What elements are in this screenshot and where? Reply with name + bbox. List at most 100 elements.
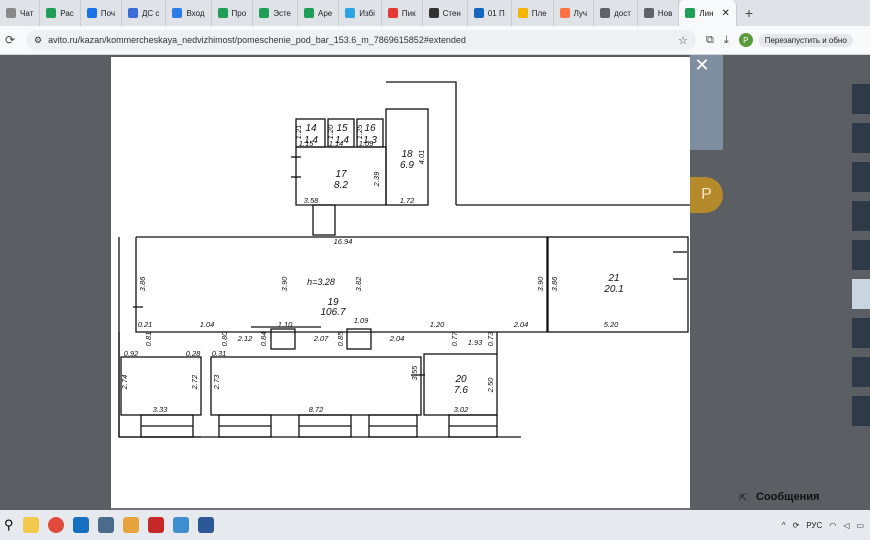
dimension-label: 3.58 <box>304 196 319 205</box>
dimension-label: 0.92 <box>124 349 139 358</box>
snipping-tool-icon[interactable] <box>172 517 189 533</box>
dimension-label: 1.14 <box>329 139 344 148</box>
dimension-label: 1.93 <box>468 338 483 347</box>
search-icon[interactable]: ⚲ <box>4 517 14 533</box>
calculator-icon[interactable] <box>97 517 114 533</box>
dimension-label: 2.07 <box>313 334 329 343</box>
thumbnail[interactable] <box>852 201 870 231</box>
site-info-icon[interactable]: ⚙ <box>34 35 42 46</box>
tab-bar: Чат Рас Поч ДС с Вход Про Эсте Аре Избі Пик Стен 01… <box>0 0 870 26</box>
dimension-label: 3.86 <box>550 276 559 291</box>
dimension-label: 0.73 <box>486 331 495 346</box>
download-icon[interactable]: ⤓ <box>724 34 729 47</box>
volume-icon[interactable]: ◁ <box>843 521 849 530</box>
dimension-label: 0.84 <box>259 332 268 347</box>
thumbnail[interactable] <box>852 84 870 114</box>
room-number: 20 <box>454 374 467 385</box>
browser-tab[interactable]: Про <box>212 0 254 26</box>
profile-avatar[interactable]: P <box>738 33 753 47</box>
room-number: 16 <box>364 123 376 134</box>
sync-icon[interactable]: ⟳ <box>793 521 800 530</box>
room-number: 18 <box>401 149 413 160</box>
dimension-label: 1.20 <box>326 124 335 139</box>
tab-label: Пик <box>401 8 416 18</box>
dimension-label: 0.31 <box>212 349 227 358</box>
browser-tab[interactable]: Луч <box>554 0 595 26</box>
browser-tab[interactable]: Стен <box>423 0 468 26</box>
browser-tab[interactable]: дост <box>594 0 638 26</box>
address-bar: ⟳ ⚙ avito.ru/kazan/kommercheskaya_nedviz… <box>0 26 870 55</box>
tab-label: Рас <box>60 8 74 18</box>
battery-icon[interactable]: ▭ <box>856 521 864 530</box>
tab-favicon-icon <box>473 8 484 18</box>
image-viewer: 14 1.4 15 1.4 16 1.3 18 6.9 17 8.2 19 10… <box>111 57 690 508</box>
chevron-up-icon[interactable]: ^ <box>782 521 786 530</box>
tab-label: Нов <box>657 8 673 18</box>
tab-favicon-icon <box>128 8 139 18</box>
thumbnail[interactable] <box>852 123 870 153</box>
chrome-icon[interactable] <box>47 517 64 533</box>
tab-close-icon[interactable]: ✕ <box>722 8 730 19</box>
browser-tab[interactable]: Избі <box>339 0 382 26</box>
tab-favicon-icon <box>428 8 439 18</box>
tab-favicon-icon <box>685 8 696 18</box>
language-indicator[interactable]: РУС <box>806 521 822 530</box>
tab-favicon-icon <box>387 8 398 18</box>
reload-icon[interactable]: ⟳ <box>0 33 20 47</box>
thumbnail[interactable] <box>852 396 870 426</box>
browser-tab[interactable]: Лин ✕ <box>679 0 737 26</box>
word-icon[interactable] <box>197 517 214 533</box>
thumbnail[interactable] <box>852 240 870 270</box>
outlook-icon[interactable] <box>72 517 89 533</box>
tab-label: 01 П <box>487 8 505 18</box>
extensions-icon[interactable]: ⧉ <box>706 34 714 47</box>
dimension-label: 1.04 <box>200 320 215 329</box>
browser-tab[interactable]: Поч <box>81 0 123 26</box>
tab-favicon-icon <box>259 8 270 18</box>
tab-favicon-icon <box>303 8 314 18</box>
browser-tab[interactable]: Чат <box>0 0 41 26</box>
thumbnail[interactable] <box>852 357 870 387</box>
paint-icon[interactable] <box>122 517 139 533</box>
dimension-label: 2.74 <box>120 375 129 391</box>
tab-label: Луч <box>573 8 588 18</box>
browser-tab[interactable]: Рас <box>40 0 81 26</box>
messages-label[interactable]: Сообщения <box>756 491 819 503</box>
tab-label: Стен <box>442 8 461 18</box>
thumbnail[interactable] <box>852 162 870 192</box>
tab-label: ДС с <box>142 8 160 18</box>
tab-label: Пле <box>531 8 547 18</box>
pdf-icon[interactable] <box>147 517 164 533</box>
url-text: avito.ru/kazan/kommercheskaya_nedvizhimo… <box>48 35 466 45</box>
browser-tab[interactable]: Нов <box>638 0 680 26</box>
browser-tab[interactable]: Эсте <box>253 0 298 26</box>
dimension-label: 3.82 <box>354 276 363 291</box>
tab-favicon-icon <box>217 8 228 18</box>
url-field[interactable]: ⚙ avito.ru/kazan/kommercheskaya_nedvizhi… <box>26 30 696 50</box>
browser-tab[interactable]: 01 П <box>468 0 512 26</box>
restart-button[interactable]: Перезапустить и обно <box>758 33 853 47</box>
wall <box>386 81 457 205</box>
browser-tab[interactable]: ДС с <box>122 0 167 26</box>
messages-icon[interactable]: ⇱ <box>739 493 747 504</box>
tab-label: Эсте <box>273 8 291 18</box>
browser-tab[interactable]: Вход <box>166 0 212 26</box>
room-number: 17 <box>335 169 347 180</box>
thumbnail[interactable] <box>852 318 870 348</box>
browser-tab[interactable]: Аре <box>298 0 340 26</box>
dimension-label: 2.04 <box>513 320 529 329</box>
browser-tab[interactable]: Пик <box>382 0 423 26</box>
dimension-label: 3.33 <box>153 405 168 414</box>
wifi-icon[interactable]: ◠ <box>829 521 836 530</box>
room-area: 20.1 <box>603 284 623 295</box>
thumbnail-selected[interactable] <box>852 279 870 309</box>
dimension-label: 0.77 <box>450 331 459 346</box>
bookmark-star-icon[interactable]: ☆ <box>678 34 688 47</box>
dimension-label: 1.15 <box>299 139 314 148</box>
close-icon[interactable]: ✕ <box>692 55 712 75</box>
new-tab-icon[interactable]: + <box>737 5 761 21</box>
tab-label: Избі <box>359 8 375 18</box>
file-explorer-icon[interactable] <box>22 517 39 533</box>
browser-tab[interactable]: Пле <box>512 0 554 26</box>
tab-favicon-icon <box>345 8 356 18</box>
